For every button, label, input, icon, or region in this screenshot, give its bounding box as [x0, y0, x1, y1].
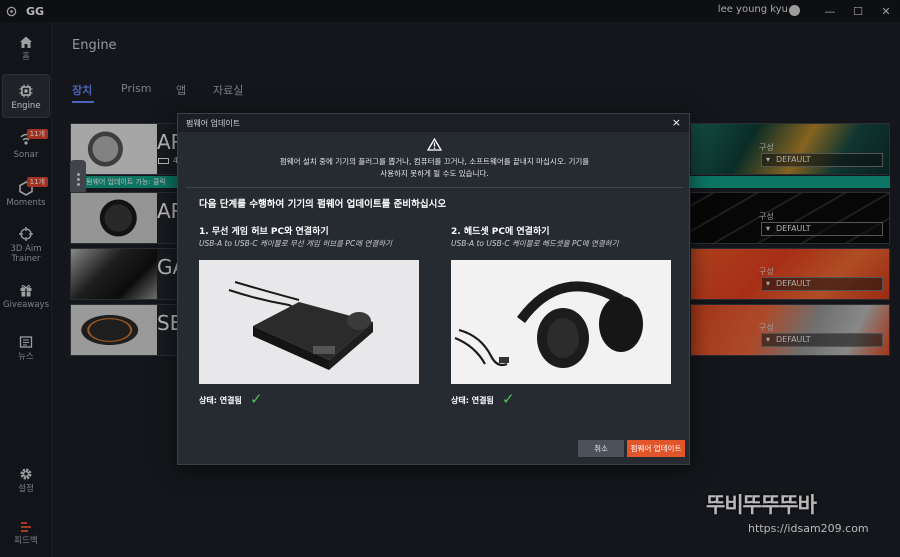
- firmware-update-dialog: 펌웨어 업데이트 × 펌웨어 설치 중에 기기의 플러그를 뽑거나, 컴퓨터를 …: [177, 113, 690, 465]
- warning-line: 사용하지 못하게 될 수도 있습니다.: [380, 169, 489, 178]
- divider: [186, 187, 683, 188]
- warning-line: 펌웨어 설치 중에 기기의 플러그를 뽑거나, 컴퓨터를 끄거나, 소프트웨어를…: [279, 157, 590, 166]
- connected-check-icon: ✓: [502, 390, 515, 408]
- step-2-status: 상태: 연결됨: [451, 396, 494, 405]
- step-2-title: 2. 헤드셋 PC에 연결하기: [451, 227, 550, 237]
- instruction-heading: 다음 단계를 수행하여 기기의 펌웨어 업데이트를 준비하십시오: [199, 199, 447, 210]
- warning-icon: [426, 136, 443, 155]
- step-1-subtitle: USB-A to USB-C 케이블로 무선 게임 허브를 PC에 연결하기: [199, 239, 393, 248]
- warning-message: 펌웨어 설치 중에 기기의 플러그를 뽑거나, 컴퓨터를 끄거나, 소프트웨어를…: [218, 156, 651, 180]
- step-1-status: 상태: 연결됨: [199, 396, 242, 405]
- step-2-subtitle: USB-A to USB-C 케이블로 헤드셋을 PC에 연결하기: [451, 239, 619, 248]
- headset-photo: [451, 260, 671, 384]
- gamehub-photo: [199, 260, 419, 384]
- connected-check-icon: ✓: [250, 390, 263, 408]
- dialog-title: 펌웨어 업데이트: [186, 119, 241, 128]
- firmware-update-button[interactable]: 펌웨어 업데이트: [627, 440, 685, 457]
- cancel-button[interactable]: 취소: [578, 440, 624, 457]
- dialog-header: 펌웨어 업데이트 ×: [178, 114, 689, 132]
- step-1-title: 1. 무선 게임 허브 PC와 연결하기: [199, 227, 329, 237]
- dialog-close-icon[interactable]: ×: [672, 116, 681, 129]
